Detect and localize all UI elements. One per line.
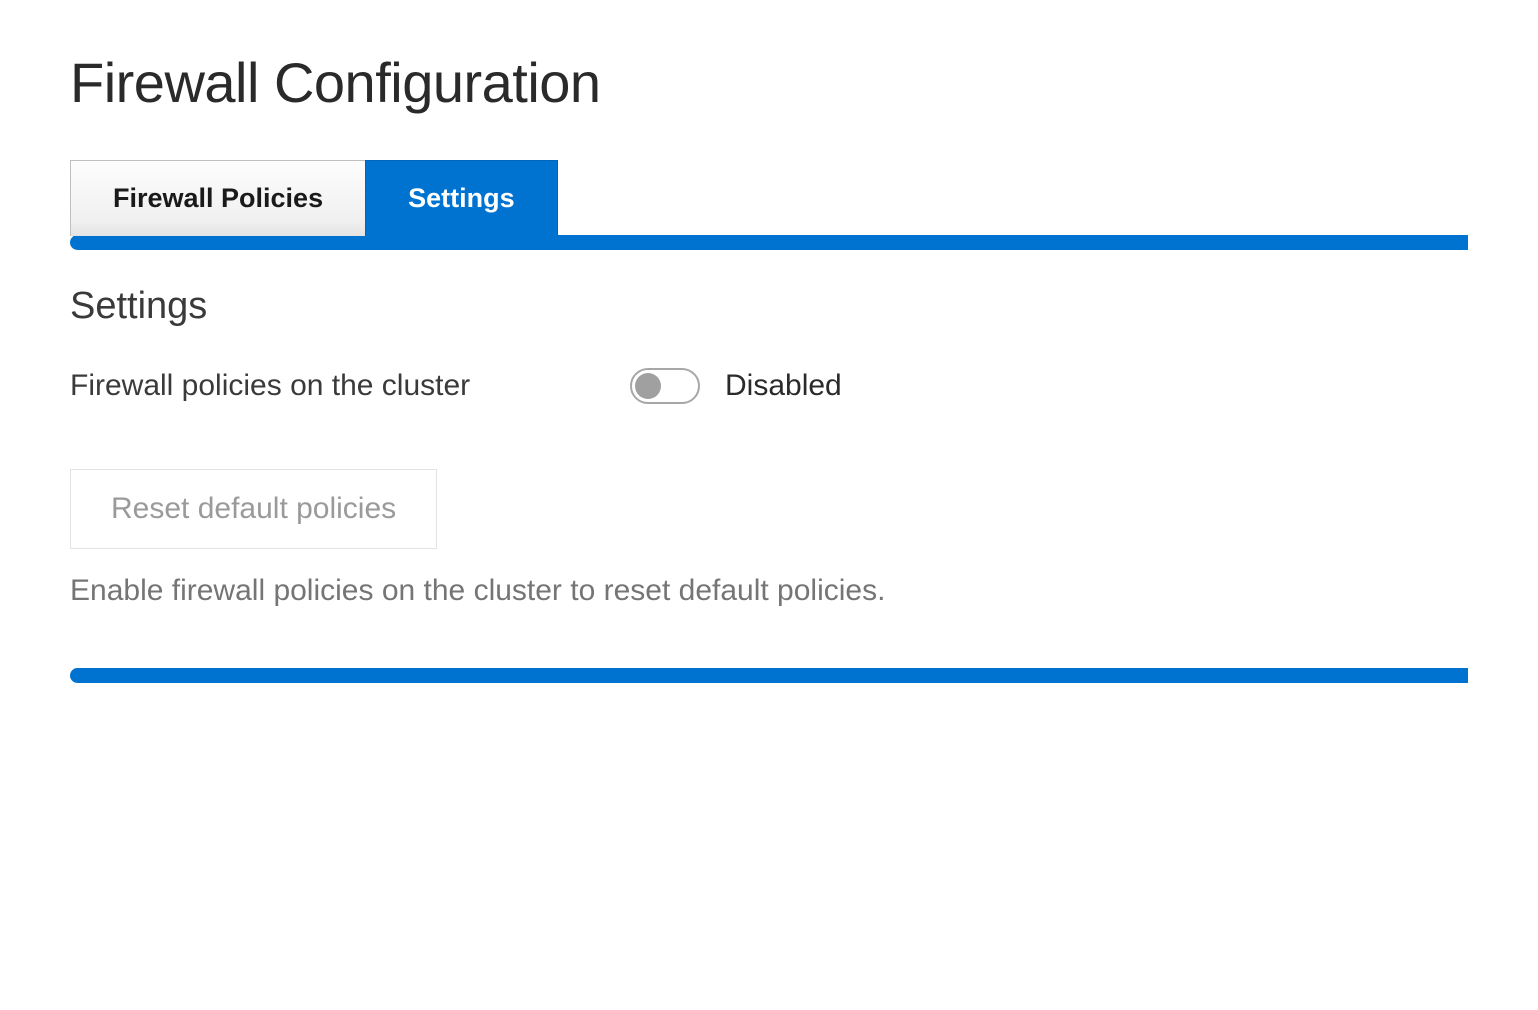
firewall-policies-toggle[interactable]: [630, 368, 700, 404]
tabs: Firewall Policies Settings: [70, 160, 1468, 236]
settings-panel: Settings Firewall policies on the cluste…: [70, 250, 1468, 658]
tab-firewall-policies[interactable]: Firewall Policies: [70, 160, 366, 236]
reset-default-policies-button[interactable]: Reset default policies: [70, 469, 437, 549]
toggle-wrap: Disabled: [630, 368, 842, 404]
firewall-policies-toggle-state: Disabled: [725, 369, 842, 403]
firewall-policies-toggle-label: Firewall policies on the cluster: [70, 369, 630, 403]
tab-settings[interactable]: Settings: [365, 160, 558, 236]
section-heading: Settings: [70, 285, 1468, 328]
page-title: Firewall Configuration: [70, 50, 1468, 115]
tab-underbar: [70, 235, 1468, 250]
toggle-knob: [635, 373, 661, 399]
setting-row-firewall-policies: Firewall policies on the cluster Disable…: [70, 368, 1468, 404]
reset-helper-text: Enable firewall policies on the cluster …: [70, 574, 1468, 608]
bottom-accent-bar: [70, 668, 1468, 683]
